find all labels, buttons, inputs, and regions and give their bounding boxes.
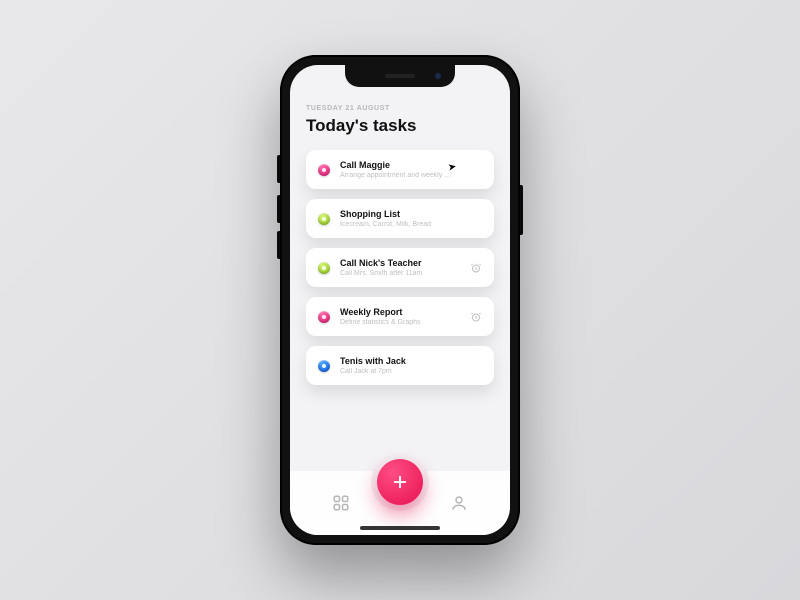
task-title: Tenis with Jack xyxy=(340,356,482,366)
task-title: Shopping List xyxy=(340,209,482,219)
category-dot-icon xyxy=(318,164,330,176)
task-text: Call Nick's Teacher Call Mrs. Smith afte… xyxy=(340,258,460,277)
task-text: Call Maggie Arrange appointment and week… xyxy=(340,160,482,179)
date-label: TUESDAY 21 AUGUST xyxy=(306,105,494,112)
task-text: Weekly Report Define statistics & Graphs xyxy=(340,307,460,326)
phone-frame: TUESDAY 21 AUGUST Today's tasks Call Mag… xyxy=(280,55,520,545)
task-card[interactable]: Tenis with Jack Call Jack at 7pm xyxy=(306,346,494,385)
task-card[interactable]: Shopping List Icecream, Carrot, Milk, Br… xyxy=(306,199,494,238)
task-subtitle: Call Jack at 7pm xyxy=(340,368,482,375)
task-subtitle: Call Mrs. Smith after 11am xyxy=(340,270,460,277)
task-text: Tenis with Jack Call Jack at 7pm xyxy=(340,356,482,375)
alarm-icon xyxy=(470,262,482,274)
category-dot-icon xyxy=(318,213,330,225)
front-camera xyxy=(435,73,441,79)
task-card[interactable]: Weekly Report Define statistics & Graphs xyxy=(306,297,494,336)
task-card[interactable]: Call Nick's Teacher Call Mrs. Smith afte… xyxy=(306,248,494,287)
grid-icon[interactable] xyxy=(332,494,350,512)
task-text: Shopping List Icecream, Carrot, Milk, Br… xyxy=(340,209,482,228)
plus-icon xyxy=(391,473,409,491)
speaker xyxy=(385,74,415,78)
task-subtitle: Icecream, Carrot, Milk, Bread xyxy=(340,221,482,228)
task-title: Weekly Report xyxy=(340,307,460,317)
screen: TUESDAY 21 AUGUST Today's tasks Call Mag… xyxy=(290,65,510,535)
task-subtitle: Arrange appointment and weekly … xyxy=(340,172,482,179)
category-dot-icon xyxy=(318,311,330,323)
notch xyxy=(345,65,455,87)
home-indicator[interactable] xyxy=(360,526,440,530)
task-subtitle: Define statistics & Graphs xyxy=(340,319,460,326)
category-dot-icon xyxy=(318,360,330,372)
category-dot-icon xyxy=(318,262,330,274)
task-title: Call Maggie xyxy=(340,160,482,170)
alarm-icon xyxy=(470,311,482,323)
task-card[interactable]: Call Maggie Arrange appointment and week… xyxy=(306,150,494,189)
add-task-button[interactable] xyxy=(377,459,423,505)
cursor-icon: ➤ xyxy=(447,161,457,173)
page-title: Today's tasks xyxy=(306,116,494,136)
task-title: Call Nick's Teacher xyxy=(340,258,460,268)
profile-icon[interactable] xyxy=(450,494,468,512)
task-list: Call Maggie Arrange appointment and week… xyxy=(306,150,494,385)
